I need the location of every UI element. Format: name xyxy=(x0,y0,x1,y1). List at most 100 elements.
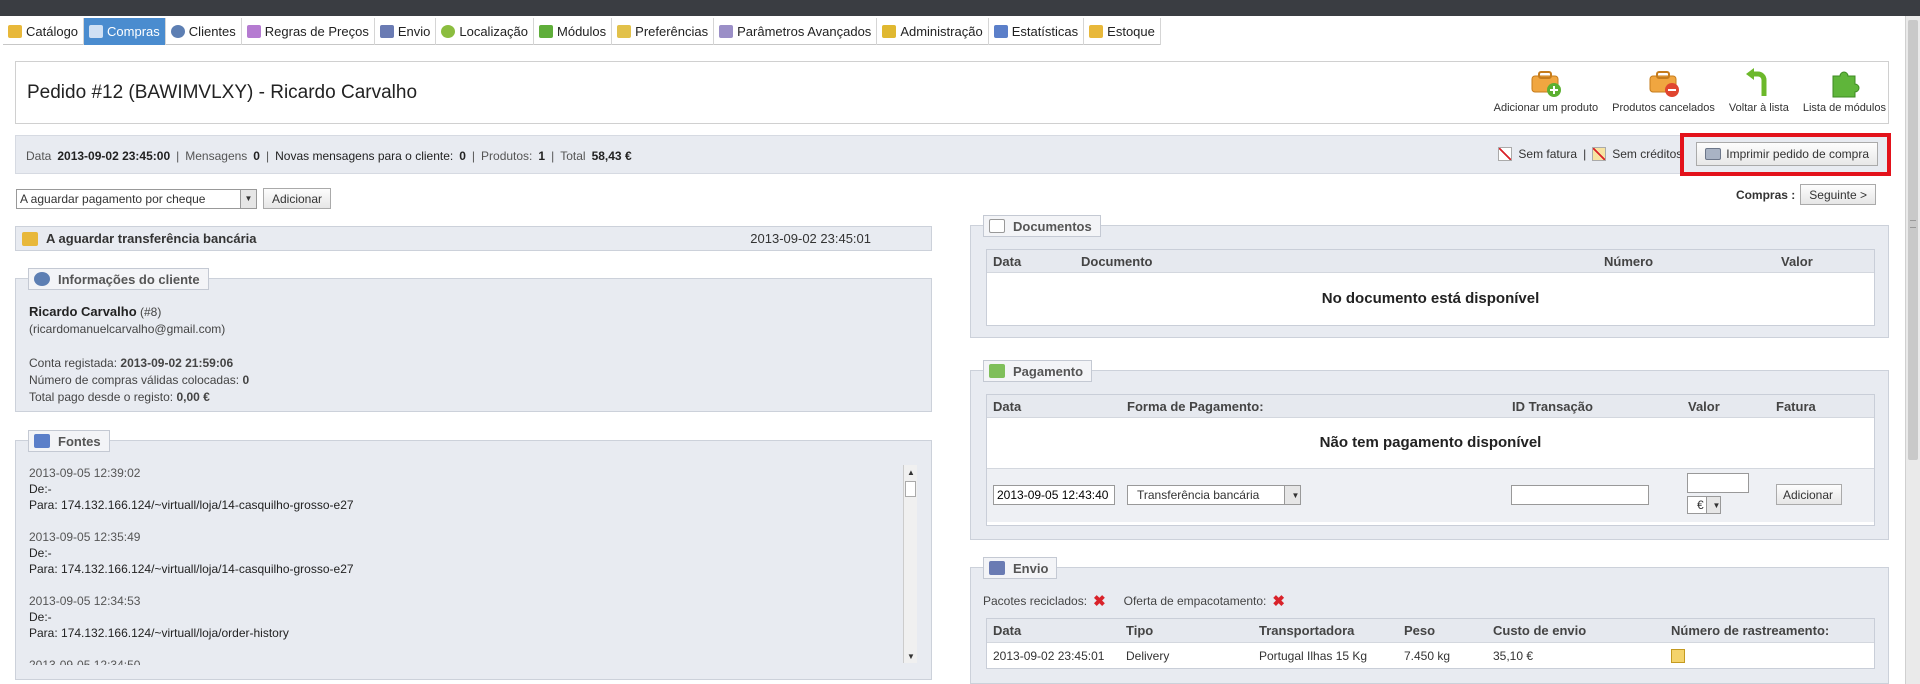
calculator-icon xyxy=(246,25,261,38)
shipping-carrier: Portugal Ilhas 15 Kg xyxy=(1259,648,1368,663)
shipping-legend: Envio xyxy=(983,557,1058,579)
customer-id: (#8) xyxy=(140,305,162,319)
add-payment-button[interactable]: Adicionar xyxy=(1776,484,1843,505)
no-credits-icon xyxy=(1592,147,1607,161)
col-header: Custo de envio xyxy=(1493,623,1587,638)
payment-amount-input[interactable] xyxy=(1687,473,1749,493)
nav-item-localizacao[interactable]: Localização xyxy=(436,18,535,45)
nav-item-clientes[interactable]: Clientes xyxy=(166,18,242,45)
legend-text: Pagamento xyxy=(1013,363,1084,379)
legend-text: Fontes xyxy=(58,433,101,449)
nav-label: Clientes xyxy=(188,24,236,39)
nav-item-regras-precos[interactable]: Regras de Preços xyxy=(242,18,375,45)
nav-item-compras[interactable]: Compras xyxy=(84,18,166,45)
date-label: Data xyxy=(26,149,52,163)
money-icon xyxy=(989,364,1005,378)
module-list-button[interactable]: Lista de módulos xyxy=(1803,68,1886,114)
payment-table: Data Forma de Pagamento: ID Transação Va… xyxy=(986,394,1875,526)
page-header: Pedido #12 (BAWIMVLXY) - Ricardo Carvalh… xyxy=(15,61,1889,124)
source-from: De:- xyxy=(29,610,52,624)
source-date: 2013-09-05 12:39:02 xyxy=(29,466,141,480)
col-header: Data xyxy=(993,398,1022,414)
shipping-options: Pacotes reciclados: ✖ Oferta de empacotam… xyxy=(983,592,1285,610)
globe-icon xyxy=(441,25,456,38)
nav-item-estoque[interactable]: Estoque xyxy=(1084,18,1161,45)
nav-item-modulos[interactable]: Módulos xyxy=(534,18,613,45)
back-to-list-button[interactable]: Voltar à lista xyxy=(1729,68,1789,114)
documents-legend: Documentos xyxy=(983,215,1101,237)
chart-icon xyxy=(34,434,50,448)
nav-label: Módulos xyxy=(557,24,607,39)
sources-scrollbar[interactable]: ▲ ▼ xyxy=(903,465,917,663)
page-scroll-thumb[interactable] xyxy=(1908,20,1918,460)
status-label: A aguardar transferência bancária xyxy=(46,231,257,246)
gift-label: Oferta de empacotamento: xyxy=(1123,594,1267,608)
col-header: Valor xyxy=(1688,398,1720,414)
payment-method-select[interactable]: Transferência bancária ▼ xyxy=(1127,485,1301,505)
nav-item-envio[interactable]: Envio xyxy=(375,18,437,45)
payment-empty-message: Não tem pagamento disponível xyxy=(987,418,1874,469)
recycled-label: Pacotes reciclados: xyxy=(983,594,1088,608)
documents-table: Data Documento Número Valor No documento… xyxy=(986,249,1875,326)
back-to-list-label: Voltar à lista xyxy=(1728,102,1789,114)
col-header: ID Transação xyxy=(1512,398,1593,414)
separator: | xyxy=(551,149,555,163)
col-header: Data xyxy=(993,623,1022,638)
cart-icon xyxy=(89,25,104,38)
chevron-down-icon: ▼ xyxy=(1284,486,1300,504)
no-invoice-label: Sem fatura xyxy=(1518,147,1578,161)
source-to: Para: 174.132.166.124/~virtuall/loja/14-… xyxy=(29,562,354,576)
customer-email: (ricardomanuelcarvalho@gmail.com) xyxy=(29,322,226,336)
documents-empty-message: No documento está disponível xyxy=(1321,290,1540,307)
module-list-label: Lista de módulos xyxy=(1802,102,1886,114)
nav-item-catalogo[interactable]: Catálogo xyxy=(3,18,85,45)
payment-date-input[interactable] xyxy=(993,485,1115,505)
cross-icon: ✖ xyxy=(1272,593,1285,610)
edit-tracking-icon[interactable] xyxy=(1671,648,1685,663)
page-scrollbar[interactable] xyxy=(1905,16,1920,684)
box-icon xyxy=(1089,25,1104,38)
status-icon xyxy=(22,231,38,246)
nav-label: Compras xyxy=(107,24,160,39)
messages-label: Mensagens xyxy=(185,149,248,163)
scroll-down-icon[interactable]: ▼ xyxy=(904,649,918,663)
scroll-thumb[interactable] xyxy=(905,481,916,497)
registered-date: 2013-09-02 21:59:06 xyxy=(120,356,234,370)
col-header: Transportadora xyxy=(1259,623,1355,638)
chevron-down-icon: ▼ xyxy=(240,189,256,208)
order-summary-bar: Data 2013-09-02 23:45:00 | Mensagens 0 |… xyxy=(15,135,1889,174)
order-navigation: Compras : Seguinte > xyxy=(1736,184,1876,205)
nav-item-preferencias[interactable]: Preferências xyxy=(612,18,715,45)
payment-panel: Pagamento Data Forma de Pagamento: ID Tr… xyxy=(970,360,1889,540)
transaction-id-input[interactable] xyxy=(1511,485,1649,505)
no-credits-label: Sem créditos xyxy=(1612,147,1683,161)
add-state-button[interactable]: Adicionar xyxy=(263,188,332,209)
add-product-label: Adicionar um produto xyxy=(1493,102,1599,114)
order-state-select[interactable]: A aguardar pagamento por cheque ▼ xyxy=(16,188,257,209)
nav-item-estatisticas[interactable]: Estatísticas xyxy=(989,18,1085,45)
cancelled-products-button[interactable]: Produtos cancelados xyxy=(1612,68,1715,114)
cancelled-products-label: Produtos cancelados xyxy=(1612,102,1715,114)
currency-select[interactable]: € ▼ xyxy=(1687,496,1721,514)
table-header: Data Forma de Pagamento: ID Transação Va… xyxy=(987,395,1874,418)
cross-icon: ✖ xyxy=(1093,593,1106,610)
nav-item-administracao[interactable]: Administração xyxy=(877,18,989,45)
sources-list[interactable]: 2013-09-05 12:39:02 De:- Para: 174.132.1… xyxy=(29,465,919,665)
col-header: Número de rastreamento: xyxy=(1671,623,1830,638)
col-header: Data xyxy=(993,253,1022,269)
table-row: 2013-09-02 23:45:01 Delivery Portugal Il… xyxy=(987,643,1874,668)
col-header: Peso xyxy=(1404,623,1436,638)
shipping-table: Data Tipo Transportadora Peso Custo de e… xyxy=(986,618,1875,669)
next-order-button[interactable]: Seguinte > xyxy=(1800,184,1876,205)
order-state-value: A aguardar pagamento por cheque xyxy=(20,191,206,206)
add-product-icon xyxy=(1529,68,1563,98)
add-product-button[interactable]: Adicionar um produto xyxy=(1493,68,1599,114)
key-icon xyxy=(882,25,897,38)
customer-info-legend: Informações do cliente xyxy=(28,268,209,290)
source-date: 2013-09-05 12:34:50 xyxy=(29,658,141,665)
customer-name-link[interactable]: Ricardo Carvalho xyxy=(29,304,137,319)
scroll-up-icon[interactable]: ▲ xyxy=(904,465,918,479)
chevron-down-icon: ▼ xyxy=(1706,497,1720,513)
nav-item-parametros[interactable]: Parâmetros Avançados xyxy=(714,18,878,45)
current-status-bar: A aguardar transferência bancária 2013-0… xyxy=(15,226,932,251)
